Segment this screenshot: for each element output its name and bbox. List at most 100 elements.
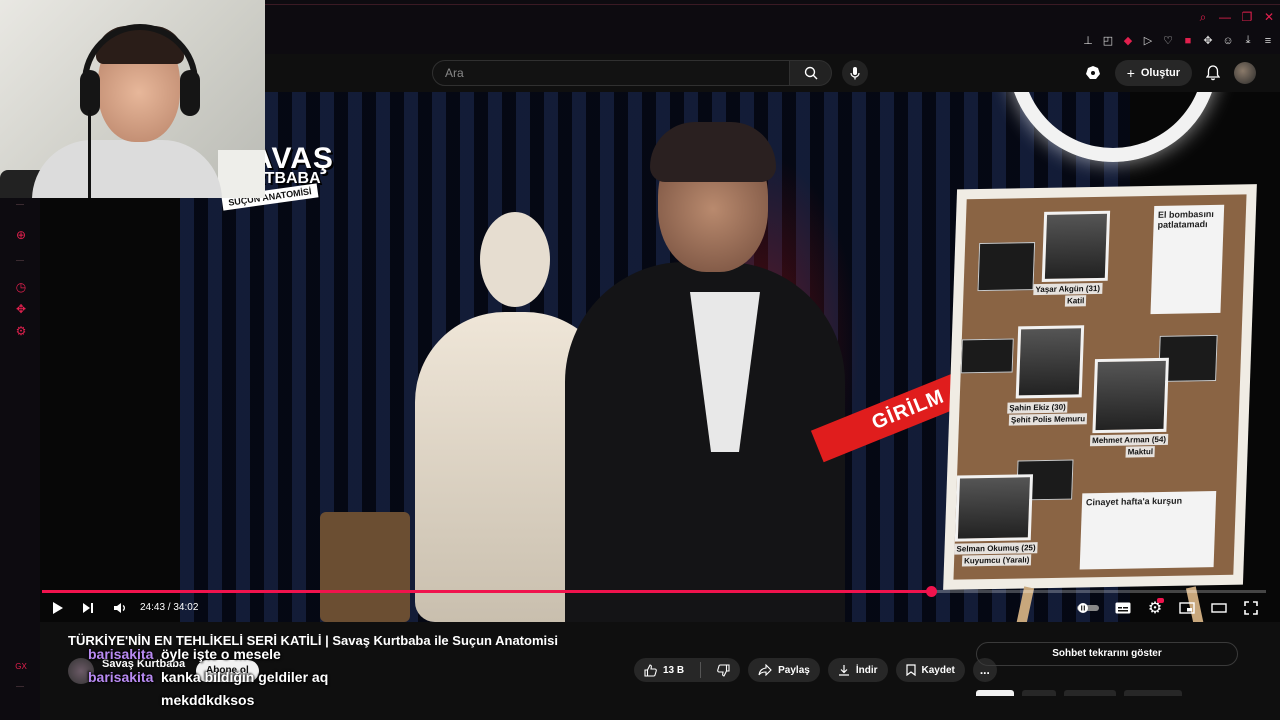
pin-icon[interactable]: ⊥ xyxy=(1082,34,1094,47)
thumbs-down-icon xyxy=(717,663,730,677)
search-button[interactable] xyxy=(790,60,832,86)
board-label: Şahin Ekiz (30) xyxy=(1007,401,1068,414)
board-note xyxy=(960,338,1014,374)
plus-icon: + xyxy=(1126,65,1135,81)
dislike-button[interactable] xyxy=(707,658,740,682)
create-button[interactable]: + Oluştur xyxy=(1114,60,1192,86)
webcam-background-shelf xyxy=(218,150,265,198)
download-button[interactable]: İndir xyxy=(827,658,888,682)
board-note xyxy=(977,242,1036,292)
gx-icon[interactable]: ■ xyxy=(1182,35,1194,47)
filter-chip[interactable] xyxy=(1022,690,1056,696)
play-icon xyxy=(53,602,63,614)
close-icon[interactable]: ✕ xyxy=(1262,10,1276,25)
thumbs-up-icon xyxy=(644,663,657,677)
microphone-cable xyxy=(88,110,91,198)
next-icon xyxy=(83,603,93,613)
headphone-ear xyxy=(180,70,200,116)
search-icon xyxy=(804,66,817,80)
search-input[interactable]: Ara xyxy=(432,60,790,86)
stream-chat-overlay: barisakita öyle işte o mesele barisakita… xyxy=(88,646,488,715)
autoplay-icon xyxy=(1077,603,1099,613)
next-button[interactable] xyxy=(80,598,96,618)
theater-mode-button[interactable] xyxy=(1210,598,1228,618)
window-controls: ⌕ — ❐ ✕ xyxy=(1196,10,1276,25)
ring-light xyxy=(1008,92,1218,162)
news-clipping: Cinayet hafta'a kurşun xyxy=(1079,491,1217,570)
add-icon[interactable]: ⊕ xyxy=(14,228,28,242)
create-label: Oluştur xyxy=(1140,67,1180,79)
bookmark-icon xyxy=(905,664,916,676)
filter-chip[interactable] xyxy=(1124,690,1182,696)
like-count: 13 B xyxy=(663,664,685,676)
chat-username: barisakita xyxy=(88,646,154,662)
pocket-icon[interactable]: ◆ xyxy=(1122,34,1134,47)
board-label: Şehit Polis Memuru xyxy=(1008,413,1088,426)
snapshot-icon[interactable]: ◰ xyxy=(1102,34,1114,47)
suspect-photo xyxy=(1041,210,1111,282)
settings-button[interactable]: ⚙ xyxy=(1146,598,1164,618)
heart-icon[interactable]: ♡ xyxy=(1162,34,1174,47)
cork-board: Yaşar Akgün (31) Katil El bombasını patl… xyxy=(953,194,1247,580)
victim-photo xyxy=(1015,325,1085,399)
sidebar-gx-label[interactable]: GX xyxy=(14,660,28,674)
minimize-icon[interactable]: — xyxy=(1218,10,1232,25)
show-chat-replay-button[interactable]: Sohbet tekrarını göster xyxy=(976,642,1238,666)
menu-icon[interactable]: ≡ xyxy=(1262,35,1274,47)
board-label: Kuyumcu (Yaralı) xyxy=(961,554,1032,567)
volume-button[interactable] xyxy=(112,598,128,618)
theater-icon xyxy=(1211,603,1227,613)
chat-text: mekddkdksos xyxy=(161,692,255,708)
share-icon xyxy=(758,664,772,676)
microphone-icon xyxy=(850,67,860,80)
miniplayer-button[interactable] xyxy=(1178,598,1196,618)
board-label: Katil xyxy=(1064,295,1087,307)
profile-icon[interactable]: ☺ xyxy=(1222,35,1234,47)
download-icon[interactable]: ⤓ xyxy=(1242,34,1254,47)
save-label: Kaydet xyxy=(921,664,955,676)
chat-message: barisakita kanka bildiğin geldiler aq xyxy=(88,669,488,692)
sidebar-divider xyxy=(16,686,24,687)
gamepad-icon[interactable] xyxy=(1085,65,1101,81)
fullscreen-button[interactable] xyxy=(1242,598,1260,618)
extensions-icon[interactable]: ✥ xyxy=(14,302,28,316)
streamer-body xyxy=(32,140,222,198)
chat-text: öyle işte o mesele xyxy=(161,646,281,662)
sidebar-divider xyxy=(16,260,24,261)
share-button[interactable]: Paylaş xyxy=(748,658,820,682)
filter-chip[interactable] xyxy=(1064,690,1116,696)
board-label: Yaşar Akgün (31) xyxy=(1033,282,1103,296)
volume-icon xyxy=(114,603,125,613)
related-filter-chips xyxy=(976,690,1182,696)
chat-message: barisakita öyle işte o mesele xyxy=(88,646,488,669)
chat-text: kanka bildiğin geldiler aq xyxy=(161,669,329,685)
share-label: Paylaş xyxy=(778,664,810,676)
video-actions: 13 B Paylaş İndir Kaydet ... xyxy=(634,658,997,682)
avatar[interactable] xyxy=(1234,62,1256,84)
bell-icon[interactable] xyxy=(1206,65,1220,81)
filter-chip[interactable] xyxy=(976,690,1014,696)
header-actions: + Oluştur xyxy=(1085,60,1256,86)
play-icon[interactable]: ▷ xyxy=(1142,34,1154,47)
voice-search-button[interactable] xyxy=(842,60,868,86)
hd-badge xyxy=(1157,598,1164,603)
like-button[interactable]: 13 B xyxy=(634,658,694,682)
victim-photo xyxy=(1092,357,1169,434)
settings-icon[interactable]: ⚙ xyxy=(14,324,28,338)
chat-message: mekddkdksos xyxy=(88,692,488,715)
subtitles-icon xyxy=(1115,602,1131,614)
search-icon[interactable]: ⌕ xyxy=(1196,10,1210,25)
play-button[interactable] xyxy=(50,598,66,618)
like-divider xyxy=(700,662,702,678)
progress-bar[interactable] xyxy=(42,586,1266,597)
restore-icon[interactable]: ❐ xyxy=(1240,10,1254,25)
puzzle-icon[interactable]: ✥ xyxy=(1202,34,1214,47)
extension-row: ⊥ ◰ ◆ ▷ ♡ ■ ✥ ☺ ⤓ ≡ xyxy=(1082,34,1274,47)
subtitles-button[interactable] xyxy=(1114,598,1132,618)
save-button[interactable]: Kaydet xyxy=(895,658,965,682)
history-icon[interactable]: ◷ xyxy=(14,280,28,294)
autoplay-toggle[interactable] xyxy=(1076,598,1100,618)
evidence-board: Yaşar Akgün (31) Katil El bombasını patl… xyxy=(943,184,1257,590)
webcam-overlay xyxy=(0,0,265,198)
fullscreen-icon xyxy=(1244,601,1258,615)
